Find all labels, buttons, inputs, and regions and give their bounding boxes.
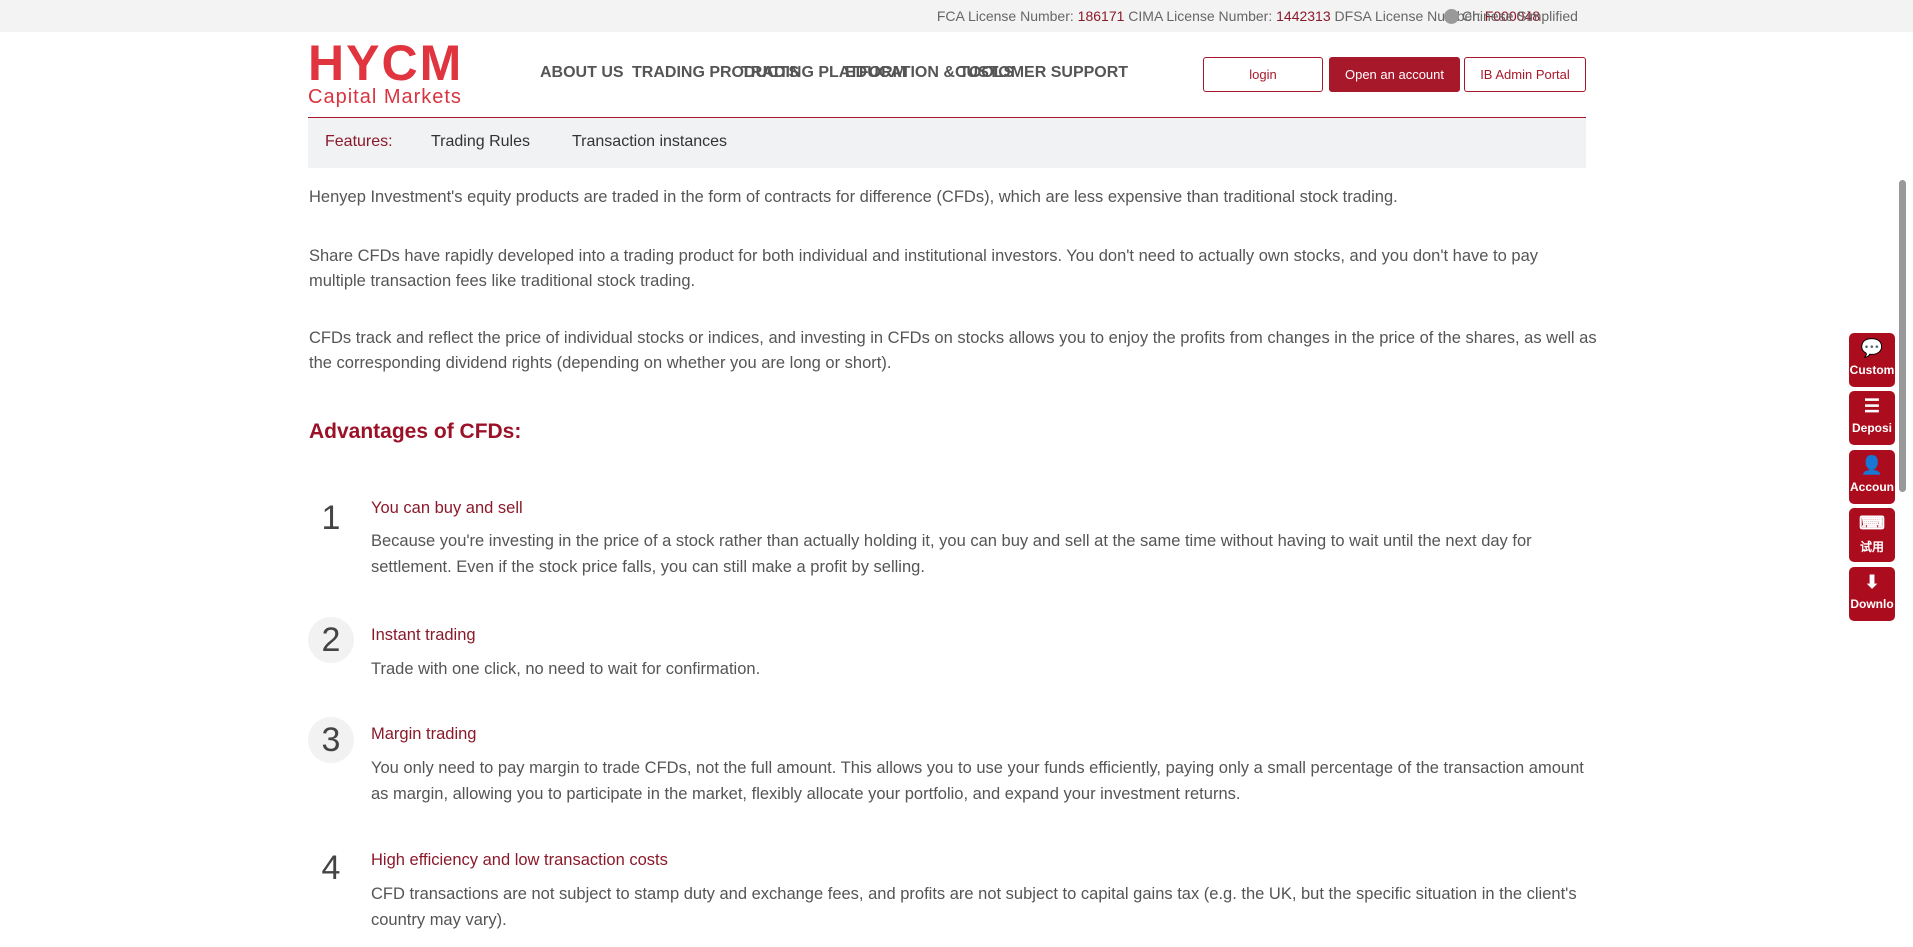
account-button[interactable]: 👤 Accoun — [1849, 450, 1895, 504]
logo-brand: HYCM — [308, 35, 464, 91]
chat-icon: 💬 — [1860, 338, 1884, 358]
item-title: Margin trading — [371, 725, 477, 743]
item-number: 1 — [321, 499, 341, 537]
deposit-button[interactable]: ☰ Deposi — [1849, 391, 1895, 445]
ib-admin-portal-button[interactable]: IB Admin Portal — [1464, 57, 1586, 92]
side-label: Accoun — [1849, 480, 1894, 494]
item-number: 2 — [308, 617, 354, 663]
intro-paragraph: CFDs track and reflect the price of indi… — [309, 329, 1597, 372]
cima-label: CIMA License Number: — [1128, 8, 1273, 24]
item-title: High efficiency and low transaction cost… — [371, 851, 668, 869]
download-icon: ⬇ — [1864, 572, 1880, 592]
item-body: Trade with one click, no need to wait fo… — [371, 660, 761, 678]
sub-nav: Features: Trading Rules Transaction inst… — [308, 118, 1586, 168]
language-label: Chinese Simplified — [1462, 8, 1578, 24]
item-body: Because you're investing in the price of… — [371, 532, 1532, 576]
item-body: You only need to pay margin to trade CFD… — [371, 759, 1584, 803]
subnav-trading-rules[interactable]: Trading Rules — [431, 133, 530, 151]
side-label: 试用 — [1859, 540, 1884, 554]
item-body: CFD transactions are not subject to stam… — [371, 885, 1577, 929]
subnav-transaction-instances[interactable]: Transaction instances — [572, 133, 727, 151]
logo-sub: Capital Markets — [308, 86, 462, 108]
globe-icon — [1444, 9, 1459, 24]
logo[interactable]: HYCM Capital Markets — [308, 35, 464, 109]
trial-button[interactable]: ⌨ 试用 — [1849, 508, 1895, 562]
top-bar: FCA License Number: 186171 CIMA License … — [0, 0, 1913, 32]
nav-customer-support[interactable]: CUSTOMER SUPPORT — [955, 64, 1128, 82]
item-number: 3 — [308, 717, 354, 763]
side-label: Custom — [1849, 363, 1895, 377]
nav-about-us[interactable]: ABOUT US — [540, 64, 624, 82]
side-label: Downlo — [1850, 597, 1894, 611]
cima-number: 1442313 — [1276, 8, 1331, 24]
item-number: 4 — [321, 849, 341, 887]
item-title: Instant trading — [371, 626, 476, 644]
advantages-heading: Advantages of CFDs: — [309, 420, 522, 443]
intro-paragraph: Henyep Investment's equity products are … — [309, 188, 1398, 206]
fca-label: FCA License Number: — [936, 8, 1074, 24]
coins-icon: ☰ — [1863, 396, 1881, 416]
subnav-features[interactable]: Features: — [325, 133, 393, 151]
fca-number: 186171 — [1077, 8, 1125, 24]
open-account-button[interactable]: Open an account — [1329, 57, 1460, 92]
side-label: Deposi — [1851, 421, 1892, 435]
header: HYCM Capital Markets ABOUT US TRADING PR… — [0, 32, 1913, 118]
download-button[interactable]: ⬇ Downlo — [1849, 567, 1895, 621]
item-title: You can buy and sell — [371, 499, 523, 517]
add-user-icon: 👤 — [1860, 455, 1884, 475]
intro-paragraph: Share CFDs have rapidly developed into a… — [309, 247, 1538, 290]
scrollbar[interactable] — [1899, 180, 1906, 492]
customer-service-button[interactable]: 💬 Custom — [1849, 333, 1895, 387]
login-button[interactable]: login — [1203, 57, 1323, 92]
keyboard-icon: ⌨ — [1859, 513, 1885, 533]
language-selector[interactable]: Chinese Simplified — [1444, 8, 1578, 24]
